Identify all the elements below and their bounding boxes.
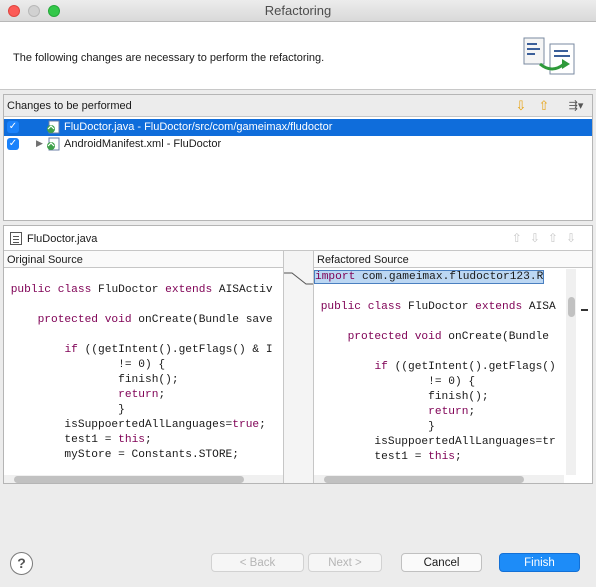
original-source-title: Original Source xyxy=(4,251,283,268)
change-item-label: AndroidManifest.xml - FluDoctor xyxy=(64,138,222,150)
wizard-footer: ? < Back Next > Cancel Finish xyxy=(0,540,596,587)
change-item-androidmanifest[interactable]: ✓ ▶ AndroidManifest.xml - FluDoctor xyxy=(4,136,592,153)
refactored-source-pane[interactable]: Refactored Source import com.gameimax.fl… xyxy=(314,251,592,483)
change-item-label: FluDoctor.java - FluDoctor/src/com/gamei… xyxy=(64,121,333,133)
java-file-icon xyxy=(47,120,60,134)
back-button[interactable]: < Back xyxy=(211,553,304,572)
vertical-scroll-thumb[interactable] xyxy=(568,297,575,317)
change-item-fludoctor-java[interactable]: ✓ FluDoctor.java - FluDoctor/src/com/gam… xyxy=(4,119,592,136)
refactored-code: import com.gameimax.fludoctor123.R publi… xyxy=(314,270,556,463)
window-title: Refactoring xyxy=(264,3,332,18)
cancel-button[interactable]: Cancel xyxy=(401,553,482,572)
move-down-icon[interactable]: ⇩ xyxy=(512,97,530,115)
next-button[interactable]: Next > xyxy=(308,553,382,572)
diff-gutter xyxy=(284,251,314,483)
filter-icon[interactable]: ⇶▾ xyxy=(562,97,590,115)
horizontal-scroll-thumb[interactable] xyxy=(14,476,244,483)
refactoring-wizard-icon xyxy=(523,37,575,75)
change-marker xyxy=(581,309,588,311)
refactored-source-title: Refactored Source xyxy=(314,251,592,268)
xml-file-icon xyxy=(47,137,60,151)
navigation-icons: ⇧⇩⇧⇩ xyxy=(511,231,584,245)
header-message: The following changes are necessary to p… xyxy=(13,52,325,64)
changes-panel: Changes to be performed ⇩ ⇧ ⇶▾ ✓ FluDoct… xyxy=(3,94,593,221)
changes-title: Changes to be performed xyxy=(7,100,132,112)
diff-connector xyxy=(284,272,313,285)
finish-button[interactable]: Finish xyxy=(499,553,580,572)
changes-header: Changes to be performed ⇩ ⇧ ⇶▾ xyxy=(4,95,592,117)
original-code: public class FluDoctor extends AISActiv … xyxy=(10,284,273,461)
move-up-icon[interactable]: ⇧ xyxy=(535,97,553,115)
checkbox-checked-icon[interactable]: ✓ xyxy=(7,138,19,150)
title-bar: Refactoring xyxy=(0,0,596,22)
help-icon[interactable]: ? xyxy=(10,552,33,575)
wizard-header: The following changes are necessary to p… xyxy=(0,22,596,90)
compare-file-label: FluDoctor.java xyxy=(27,233,98,245)
java-file-icon xyxy=(10,232,22,245)
zoom-window-button[interactable] xyxy=(48,5,60,17)
original-source-pane[interactable]: Original Source public class FluDoctor e… xyxy=(4,251,284,483)
expand-arrow-icon[interactable]: ▶ xyxy=(36,138,43,149)
checkbox-checked-icon[interactable]: ✓ xyxy=(7,121,19,133)
compare-header: FluDoctor.java ⇧⇩⇧⇩ xyxy=(4,226,592,251)
minimize-window-button[interactable] xyxy=(28,5,40,17)
close-window-button[interactable] xyxy=(8,5,20,17)
horizontal-scroll-thumb[interactable] xyxy=(324,476,524,483)
compare-panel: FluDoctor.java ⇧⇩⇧⇩ Original Source publ… xyxy=(3,225,593,484)
